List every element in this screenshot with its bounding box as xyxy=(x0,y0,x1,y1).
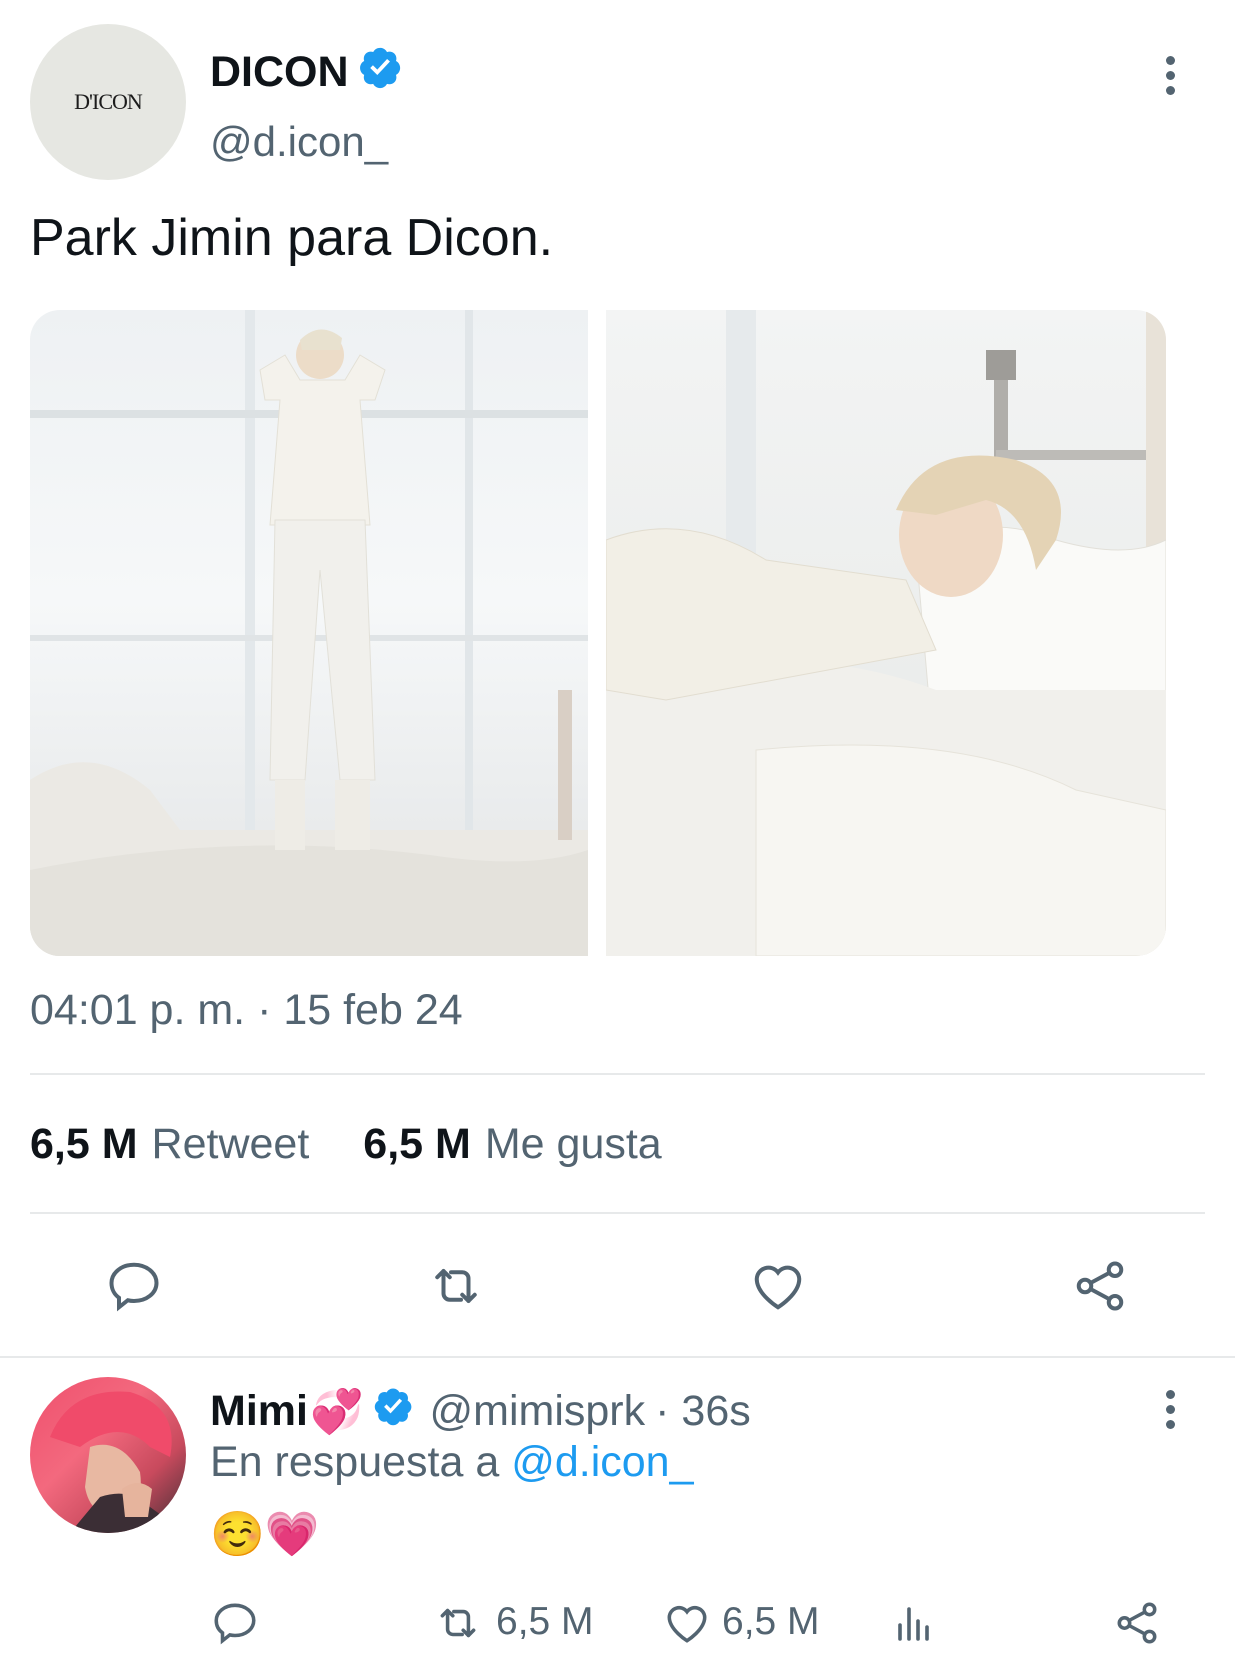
avatar-logo-text: D'ICON xyxy=(74,89,143,114)
replying-to-link[interactable]: @d.icon_ xyxy=(511,1438,693,1486)
reply-time[interactable]: · 36s xyxy=(655,1387,751,1436)
like-label[interactable]: Me gusta xyxy=(485,1120,662,1169)
verified-badge-icon xyxy=(357,44,403,101)
reply-retweet-count[interactable]: 6,5 M xyxy=(496,1600,594,1644)
reply-display-name[interactable]: Mimi xyxy=(210,1387,308,1436)
reply-icon[interactable] xyxy=(210,1598,260,1653)
retweet-icon[interactable] xyxy=(424,1256,488,1321)
tweet-text: Park Jimin para Dicon. xyxy=(30,209,554,267)
reply-text: ☺️💗 xyxy=(210,1510,320,1559)
tweet-action-bar xyxy=(0,1248,1235,1328)
reply-handle[interactable]: @mimisprk xyxy=(430,1387,646,1436)
reply-avatar[interactable] xyxy=(30,1377,186,1533)
analytics-icon[interactable] xyxy=(890,1598,938,1653)
like-icon[interactable] xyxy=(748,1256,808,1321)
like-icon[interactable] xyxy=(662,1598,712,1653)
share-icon[interactable] xyxy=(1112,1598,1162,1653)
divider xyxy=(30,1212,1205,1214)
avatar[interactable]: D'ICON xyxy=(30,24,186,180)
reply-icon[interactable] xyxy=(104,1256,164,1321)
more-options-icon[interactable] xyxy=(1166,56,1175,95)
divider xyxy=(0,1356,1235,1358)
replying-to: En respuesta a @d.icon_ xyxy=(210,1438,694,1487)
photo-standing[interactable] xyxy=(30,310,588,956)
reply-action-bar: 6,5 M 6,5 M xyxy=(0,1598,1235,1654)
replying-prefix: En respuesta a xyxy=(210,1438,500,1486)
tweet-media[interactable] xyxy=(30,310,1166,956)
verified-badge-icon xyxy=(372,1385,414,1438)
reply-author[interactable]: Mimi 💞 @mimisprk · 36s xyxy=(210,1385,751,1438)
retweet-count[interactable]: 6,5 M xyxy=(30,1120,138,1169)
author-name[interactable]: DICON xyxy=(210,44,403,101)
divider xyxy=(30,1073,1205,1075)
author-handle[interactable]: @d.icon_ xyxy=(210,118,388,166)
tweet-timestamp[interactable]: 04:01 p. m. · 15 feb 24 xyxy=(30,986,463,1035)
name-emoji: 💞 xyxy=(309,1387,364,1436)
reply-like-count[interactable]: 6,5 M xyxy=(722,1600,820,1644)
like-count[interactable]: 6,5 M xyxy=(363,1120,471,1169)
more-options-icon[interactable] xyxy=(1166,1390,1175,1429)
tweet-stats: 6,5 M Retweet 6,5 M Me gusta xyxy=(30,1120,662,1169)
retweet-label[interactable]: Retweet xyxy=(152,1120,310,1169)
share-icon[interactable] xyxy=(1070,1256,1130,1321)
display-name[interactable]: DICON xyxy=(210,48,349,97)
retweet-icon[interactable] xyxy=(432,1598,484,1653)
photo-lying[interactable] xyxy=(606,310,1166,956)
